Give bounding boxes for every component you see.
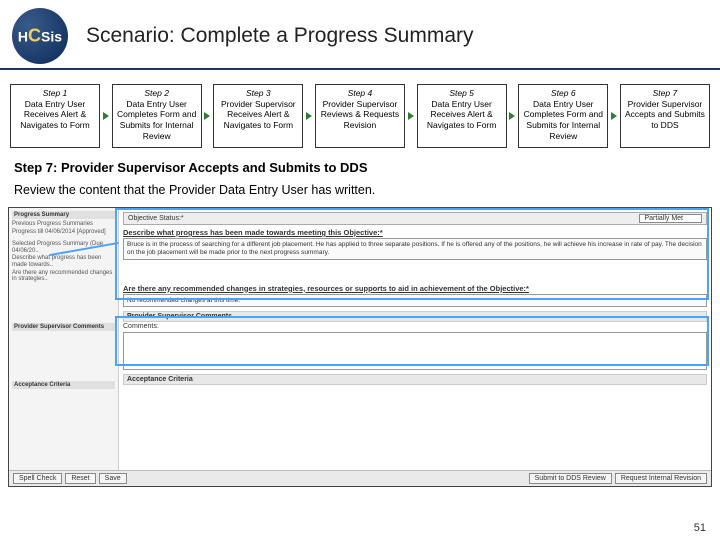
save-button[interactable]: Save — [99, 473, 127, 484]
form-main: Objective Status:* Partially Met Describ… — [119, 208, 711, 486]
arrow-icon — [306, 112, 312, 120]
status-select[interactable]: Partially Met — [639, 214, 702, 223]
step-1: Step 1Data Entry User Receives Alert & N… — [10, 84, 100, 148]
step-6: Step 6Data Entry User Completes Form and… — [518, 84, 608, 148]
step-3: Step 3Provider Supervisor Receives Alert… — [213, 84, 303, 148]
hcsis-logo: HCSis — [12, 8, 68, 64]
arrow-icon — [408, 112, 414, 120]
form-screenshot: Progress Summary Previous Progress Summa… — [8, 207, 712, 487]
arrow-icon — [611, 112, 617, 120]
page-title: Scenario: Complete a Progress Summary — [86, 24, 474, 48]
logo-post: Sis — [41, 29, 62, 45]
step-4: Step 4Provider Supervisor Reviews & Requ… — [315, 84, 405, 148]
step-7: Step 7Provider Supervisor Accepts and Su… — [620, 84, 710, 148]
q1-label: Describe what progress has been made tow… — [123, 228, 707, 237]
q2-label: Are there any recommended changes in str… — [123, 284, 707, 293]
side-nav: Progress Summary Previous Progress Summa… — [9, 208, 119, 486]
comments-textarea[interactable] — [123, 332, 707, 370]
slide-header: HCSis Scenario: Complete a Progress Summ… — [0, 0, 720, 70]
side-heading: Acceptance Criteria — [12, 381, 115, 389]
arrow-icon — [509, 112, 515, 120]
reset-button[interactable]: Reset — [65, 473, 95, 484]
form-action-bar: Spell Check Reset Save Submit to DDS Rev… — [9, 470, 711, 486]
logo-c: C — [28, 26, 41, 46]
side-heading: Provider Supervisor Comments — [12, 323, 115, 331]
q1-textarea[interactable]: Bruce is in the process of searching for… — [123, 238, 707, 260]
objective-status-row: Objective Status:* Partially Met — [123, 212, 707, 225]
step-5: Step 5Data Entry User Receives Alert & N… — [417, 84, 507, 148]
step-heading: Step 7: Provider Supervisor Accepts and … — [0, 154, 720, 179]
comments-label: Comments: — [123, 323, 707, 330]
comments-heading: Provider Supervisor Comments — [123, 311, 707, 322]
submit-dds-button[interactable]: Submit to DDS Review — [529, 473, 612, 484]
step-body-text: Review the content that the Provider Dat… — [0, 179, 720, 203]
step-2: Step 2Data Entry User Completes Form and… — [112, 84, 202, 148]
arrow-icon — [204, 112, 210, 120]
page-number: 51 — [694, 522, 706, 534]
q2-textarea[interactable]: No recommended changes at this time. — [123, 294, 707, 308]
spell-check-button[interactable]: Spell Check — [13, 473, 62, 484]
acceptance-heading: Acceptance Criteria — [123, 374, 707, 385]
arrow-icon — [103, 112, 109, 120]
logo-pre: H — [18, 29, 28, 45]
workflow-steps: Step 1Data Entry User Receives Alert & N… — [0, 70, 720, 154]
side-heading: Progress Summary — [12, 211, 115, 219]
request-revision-button[interactable]: Request Internal Revision — [615, 473, 707, 484]
status-label: Objective Status:* — [128, 215, 184, 222]
